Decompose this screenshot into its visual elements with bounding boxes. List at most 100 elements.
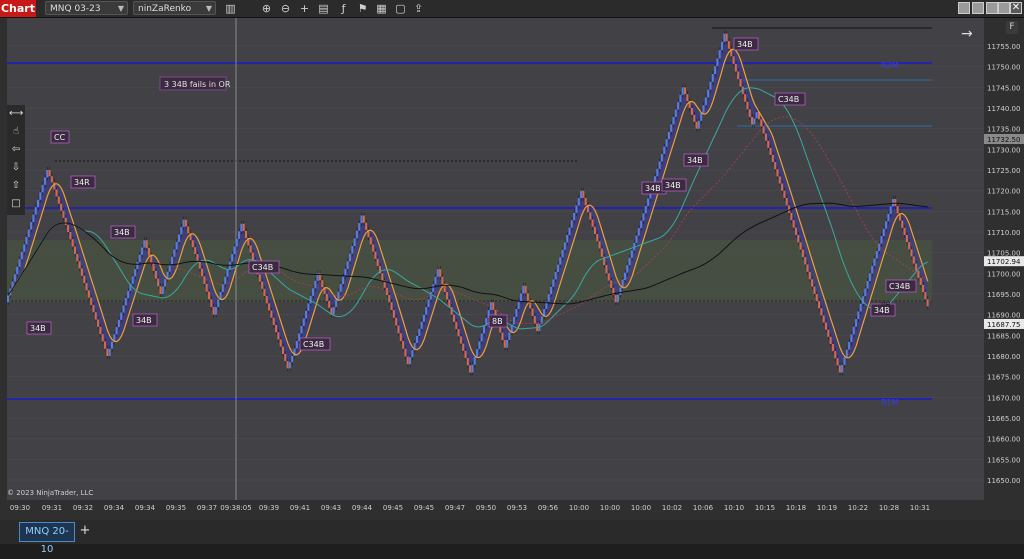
renko-brick bbox=[240, 223, 243, 232]
renko-brick bbox=[734, 63, 737, 72]
time-tick-label: 09:44 bbox=[352, 504, 373, 512]
f-button[interactable]: F bbox=[1006, 21, 1018, 34]
renko-brick bbox=[20, 251, 23, 260]
renko-brick bbox=[533, 316, 536, 324]
templates-icon[interactable]: ▢ bbox=[393, 1, 408, 16]
renko-brick bbox=[64, 217, 67, 225]
data-box-icon[interactable]: ▤ bbox=[316, 1, 331, 16]
renko-brick bbox=[434, 276, 437, 285]
renko-brick bbox=[721, 41, 723, 51]
renko-brick bbox=[39, 192, 42, 200]
restore-button[interactable] bbox=[972, 2, 984, 14]
chevron-down-icon: ▼ bbox=[205, 4, 212, 13]
signal-label: 34B bbox=[645, 184, 661, 193]
time-tick-label: 10:19 bbox=[817, 504, 837, 512]
renko-brick bbox=[427, 299, 430, 308]
bars-icon[interactable]: ▥ bbox=[223, 1, 238, 16]
renko-brick bbox=[919, 277, 922, 285]
renko-brick bbox=[362, 215, 365, 223]
renko-brick bbox=[792, 220, 795, 228]
renko-brick bbox=[686, 94, 689, 102]
add-tab-button[interactable]: + bbox=[78, 524, 92, 538]
renko-brick bbox=[67, 224, 70, 232]
renko-brick bbox=[210, 299, 213, 307]
instrument-selector[interactable]: MNQ 03-23 ▼ bbox=[45, 1, 128, 15]
rectangle-icon[interactable]: □ bbox=[9, 197, 23, 211]
renko-brick bbox=[760, 119, 763, 127]
pointer-icon[interactable]: ☝ bbox=[9, 125, 23, 139]
renko-brick bbox=[302, 318, 305, 326]
line-icon[interactable]: ⇦ bbox=[9, 143, 23, 157]
renko-brick bbox=[614, 295, 617, 303]
renko-brick bbox=[619, 287, 622, 295]
renko-brick bbox=[774, 162, 777, 170]
renko-brick bbox=[369, 237, 372, 245]
renko-brick bbox=[476, 349, 479, 357]
renko-brick bbox=[607, 273, 610, 281]
tab-bar bbox=[0, 520, 1024, 544]
time-axis[interactable]: 09:30 09:31 09:32 09:34 09:34 09:35 09:37 09:38… bbox=[0, 500, 1024, 520]
renko-brick bbox=[746, 101, 749, 110]
renko-brick bbox=[147, 247, 150, 256]
renko-brick bbox=[804, 257, 807, 265]
minimize-button[interactable] bbox=[958, 2, 970, 14]
renko-brick bbox=[531, 308, 534, 317]
strategies-icon[interactable]: ⚑ bbox=[355, 1, 370, 16]
renko-brick bbox=[755, 112, 758, 119]
renko-brick bbox=[429, 291, 432, 300]
renko-brick bbox=[422, 314, 425, 322]
renko-brick bbox=[550, 286, 552, 295]
renko-brick bbox=[83, 275, 86, 284]
renko-brick bbox=[154, 270, 157, 279]
time-tick-label: 10:02 bbox=[662, 504, 682, 512]
renko-brick bbox=[681, 87, 684, 95]
properties-icon[interactable]: ▦ bbox=[374, 1, 389, 16]
renko-brick bbox=[889, 206, 892, 214]
maximize-button[interactable] bbox=[986, 2, 998, 14]
renko-brick bbox=[637, 228, 640, 236]
indicators-icon[interactable]: ƒ bbox=[336, 1, 351, 16]
pin-button[interactable] bbox=[998, 2, 1010, 14]
renko-brick bbox=[871, 265, 874, 274]
signal-label: C34B bbox=[889, 282, 910, 291]
renko-brick bbox=[159, 286, 162, 294]
renko-brick bbox=[630, 250, 633, 258]
chart-panel[interactable]: CC 34R 34B 34B 34B C34B C34B 8B 34B 34B 34B 34B C34B… bbox=[7, 18, 984, 500]
arrow-down-icon[interactable]: ⇩ bbox=[9, 161, 23, 175]
price-marker-label: 11702.94 bbox=[987, 258, 1021, 266]
renko-brick bbox=[704, 97, 707, 106]
renko-brick bbox=[258, 274, 261, 282]
renko-brick bbox=[251, 252, 254, 260]
renko-brick bbox=[131, 276, 134, 284]
renko-brick bbox=[875, 251, 878, 259]
renko-brick bbox=[122, 305, 125, 313]
renko-brick bbox=[885, 221, 888, 229]
renko-brick bbox=[392, 310, 395, 318]
arrow-right-icon[interactable]: → bbox=[961, 26, 973, 42]
renko-brick bbox=[672, 116, 675, 125]
price-marker-label: 11732.50 bbox=[987, 136, 1020, 144]
renko-brick bbox=[591, 219, 594, 227]
zoom-in-icon[interactable]: ⊕ bbox=[259, 1, 274, 16]
renko-brick bbox=[892, 198, 894, 207]
renko-brick bbox=[177, 234, 180, 242]
renko-brick bbox=[71, 239, 74, 247]
close-button[interactable]: ✕ bbox=[1010, 2, 1022, 14]
arrow-up-icon[interactable]: ⇧ bbox=[9, 179, 23, 193]
renko-brick bbox=[866, 280, 869, 289]
bar-type-selector[interactable]: ninZaRenko 20/10▼ bbox=[133, 1, 216, 28]
renko-brick bbox=[709, 81, 712, 90]
renko-brick bbox=[365, 222, 368, 230]
tab-mnq[interactable]: MNQ 20-10 bbox=[19, 522, 75, 555]
renko-brick bbox=[820, 308, 823, 316]
share-icon[interactable]: ⇪ bbox=[411, 1, 426, 16]
renko-brick bbox=[233, 246, 236, 255]
renko-brick bbox=[517, 301, 520, 309]
renko-brick bbox=[436, 269, 439, 277]
crosshair-icon[interactable]: + bbox=[297, 1, 312, 16]
ruler-icon[interactable]: ⟷ bbox=[9, 107, 23, 121]
price-axis[interactable]: 11755.00 11750.00 11745.00 11740.00 11735.00… bbox=[984, 18, 1024, 500]
renko-brick bbox=[388, 295, 391, 303]
renko-brick bbox=[695, 121, 698, 129]
zoom-out-icon[interactable]: ⊖ bbox=[278, 1, 293, 16]
